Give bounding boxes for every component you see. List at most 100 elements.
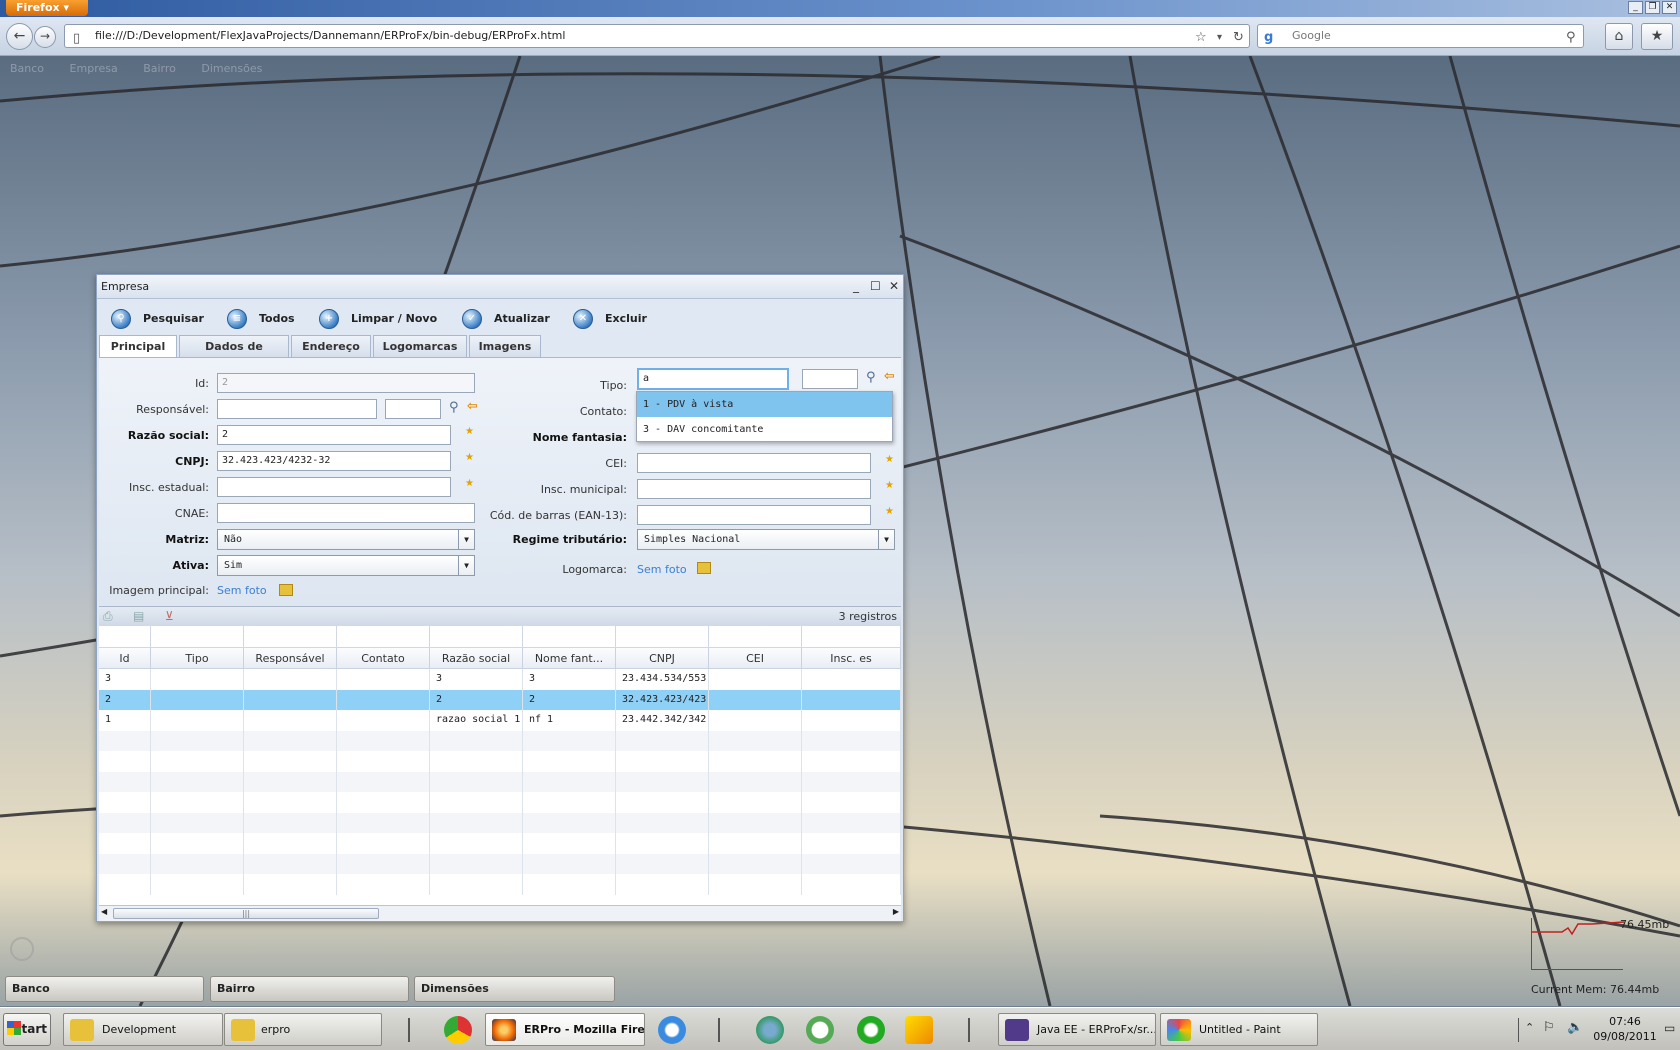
dock-bairro-button[interactable]: Bairro	[210, 976, 409, 1002]
back-arrow-icon[interactable]: ⇦	[467, 399, 478, 414]
flag-icon[interactable]: ⚐	[1543, 1020, 1555, 1035]
firefox-menu-button[interactable]: Firefox ▾	[6, 0, 88, 16]
url-bar[interactable]: ▯ file:///D:/Development/FlexJavaProject…	[64, 24, 1250, 48]
taskbar-item-paint[interactable]: Untitled - Paint	[1160, 1013, 1318, 1046]
table-row[interactable]	[99, 751, 901, 772]
chevron-down-icon[interactable]: ▾	[1217, 27, 1222, 49]
column-header[interactable]: Responsável	[244, 648, 337, 669]
filter-cell[interactable]	[337, 626, 430, 648]
clear-filter-icon[interactable]: ⊻	[165, 609, 174, 623]
taskbar-item-erpro[interactable]: erpro	[224, 1013, 382, 1046]
folder-icon[interactable]	[279, 584, 293, 596]
atualizar-button[interactable]: ✓ Atualizar	[462, 306, 550, 332]
column-header[interactable]: Razão social	[430, 648, 523, 669]
top-nav-empresa[interactable]: Empresa	[70, 62, 118, 75]
window-minimize-icon[interactable]: _	[853, 279, 859, 293]
lookup-search-icon[interactable]: ⚲	[866, 370, 876, 385]
taskbar-item-eclipse[interactable]: Java EE - ERProFx/sr...	[998, 1013, 1156, 1046]
cei-field[interactable]	[637, 453, 871, 473]
tab-imagens[interactable]: Imagens	[469, 335, 541, 357]
table-row[interactable]	[99, 730, 901, 751]
scroll-right-icon[interactable]: ▶	[893, 907, 899, 916]
column-header[interactable]: Nome fant...	[523, 648, 616, 669]
clock[interactable]: 07:46 09/08/2011	[1590, 1014, 1660, 1044]
razao-social-field[interactable]: 2	[217, 425, 451, 445]
insc-estadual-field[interactable]	[217, 477, 451, 497]
utorrent-icon[interactable]	[857, 1016, 885, 1044]
back-arrow-icon[interactable]: ⇦	[884, 369, 895, 384]
cod-barras-field[interactable]	[637, 505, 871, 525]
folder-icon[interactable]	[697, 562, 711, 574]
taskbar-item-development[interactable]: Development	[63, 1013, 223, 1046]
star-icon[interactable]: ☆	[1195, 27, 1207, 49]
column-header[interactable]: CEI	[709, 648, 802, 669]
print-icon[interactable]: ⎙	[103, 609, 113, 624]
messenger-icon[interactable]	[756, 1016, 784, 1044]
logomarca-sem-foto-link[interactable]: Sem foto	[637, 562, 687, 578]
table-row[interactable]: 3 3 3 23.434.534/553	[99, 669, 901, 690]
dock-dimensoes-button[interactable]: Dimensões	[414, 976, 615, 1002]
responsavel-field[interactable]	[217, 399, 377, 419]
minimize-icon[interactable]: _	[1628, 1, 1643, 14]
todos-button[interactable]: ≡ Todos	[227, 306, 295, 332]
forward-icon[interactable]: →	[34, 26, 56, 48]
imagem-sem-foto-link[interactable]: Sem foto	[217, 583, 267, 599]
chrome-icon[interactable]	[444, 1016, 472, 1044]
filter-cell[interactable]	[99, 626, 151, 648]
start-button[interactable]: Start	[3, 1013, 51, 1046]
search-input[interactable]: g Google ⚲	[1257, 24, 1584, 48]
filter-cell[interactable]	[523, 626, 616, 648]
home-icon[interactable]: ⌂	[1605, 23, 1633, 50]
taskbar-item-firefox[interactable]: ERPro - Mozilla Fire...	[485, 1013, 645, 1046]
reload-icon[interactable]: ↻	[1233, 27, 1244, 49]
filter-cell[interactable]	[709, 626, 802, 648]
filter-cell[interactable]	[151, 626, 244, 648]
table-row[interactable]	[99, 792, 901, 813]
filter-cell[interactable]	[616, 626, 709, 648]
matriz-select[interactable]: Não ▼	[217, 529, 475, 550]
column-header[interactable]: Tipo	[151, 648, 244, 669]
tipo-option[interactable]: 3 - DAV concomitante	[637, 417, 892, 442]
table-row[interactable]	[99, 812, 901, 833]
lookup-search-icon[interactable]: ⚲	[449, 400, 459, 415]
top-nav-dimensoes[interactable]: Dimensões	[201, 62, 262, 75]
regime-select[interactable]: Simples Nacional ▼	[637, 529, 895, 550]
table-row[interactable]	[99, 853, 901, 874]
column-header[interactable]: CNPJ	[616, 648, 709, 669]
tab-dados-contato[interactable]: Dados de contato	[179, 335, 289, 374]
ie-icon[interactable]	[658, 1016, 686, 1044]
column-header[interactable]: Id	[99, 648, 151, 669]
tab-endereco[interactable]: Endereço	[291, 335, 371, 357]
ativa-select[interactable]: Sim ▼	[217, 555, 475, 576]
close-icon[interactable]: ✕	[1662, 1, 1677, 14]
window-maximize-icon[interactable]: ☐	[870, 279, 881, 293]
tray-expand-icon[interactable]: ⌃	[1525, 1021, 1534, 1034]
cnae-field[interactable]	[217, 503, 475, 523]
scroll-thumb[interactable]: |||	[113, 908, 379, 919]
top-nav-bairro[interactable]: Bairro	[143, 62, 176, 75]
scroll-left-icon[interactable]: ◀	[101, 907, 107, 916]
excluir-button[interactable]: ✕ Excluir	[573, 306, 647, 332]
volume-icon[interactable]: 🔈	[1567, 1020, 1583, 1035]
insc-municipal-field[interactable]	[637, 479, 871, 499]
cnpj-field[interactable]: 32.423.423/4232-32	[217, 451, 451, 471]
bookmarks-icon[interactable]: ★	[1641, 23, 1673, 50]
filter-cell[interactable]	[430, 626, 523, 648]
top-nav-banco[interactable]: Banco	[10, 62, 44, 75]
window-close-icon[interactable]: ✕	[889, 279, 899, 293]
search-icon[interactable]: ⚲	[1566, 27, 1576, 49]
responsavel-code-field[interactable]	[385, 399, 441, 419]
tab-principal[interactable]: Principal	[99, 335, 177, 358]
table-row[interactable]	[99, 874, 901, 895]
export-icon[interactable]: ▤	[133, 609, 144, 623]
limpar-novo-button[interactable]: + Limpar / Novo	[319, 306, 437, 332]
dock-banco-button[interactable]: Banco	[5, 976, 204, 1002]
table-row[interactable]	[99, 833, 901, 854]
tipo-code-field[interactable]	[802, 369, 858, 389]
table-row[interactable]	[99, 771, 901, 792]
tab-logomarcas[interactable]: Logomarcas	[373, 335, 467, 357]
winamp-icon[interactable]	[905, 1016, 933, 1044]
table-row[interactable]: 1 razao social 1 nf 1 23.442.342/342	[99, 710, 901, 731]
gtalk-icon[interactable]	[806, 1016, 834, 1044]
tipo-option[interactable]: 1 - PDV à vista	[637, 392, 892, 417]
